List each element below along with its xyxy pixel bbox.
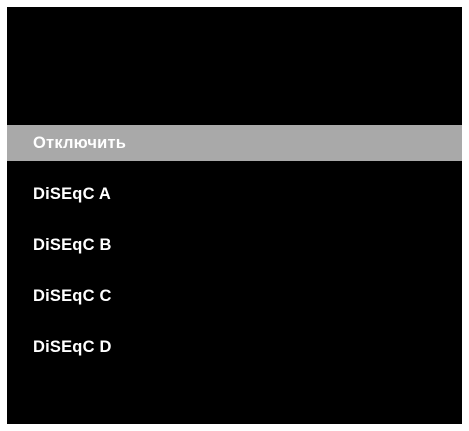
menu-item-label: DiSEqC C: [33, 286, 112, 305]
menu-item-diseqc-b[interactable]: DiSEqC B: [7, 227, 462, 263]
menu-item-label: DiSEqC A: [33, 184, 111, 203]
menu-item-diseqc-a[interactable]: DiSEqC A: [7, 176, 462, 212]
menu-item-label: DiSEqC D: [33, 337, 112, 356]
menu-item-label: Отключить: [33, 133, 127, 152]
menu-item-diseqc-d[interactable]: DiSEqC D: [7, 329, 462, 365]
diseqc-option-list: Отключить DiSEqC A DiSEqC B DiSEqC C DiS…: [7, 125, 462, 380]
menu-item-label: DiSEqC B: [33, 235, 112, 254]
tv-menu-screen: Отключить DiSEqC A DiSEqC B DiSEqC C DiS…: [7, 7, 462, 424]
menu-item-disable[interactable]: Отключить: [7, 125, 462, 161]
menu-item-diseqc-c[interactable]: DiSEqC C: [7, 278, 462, 314]
